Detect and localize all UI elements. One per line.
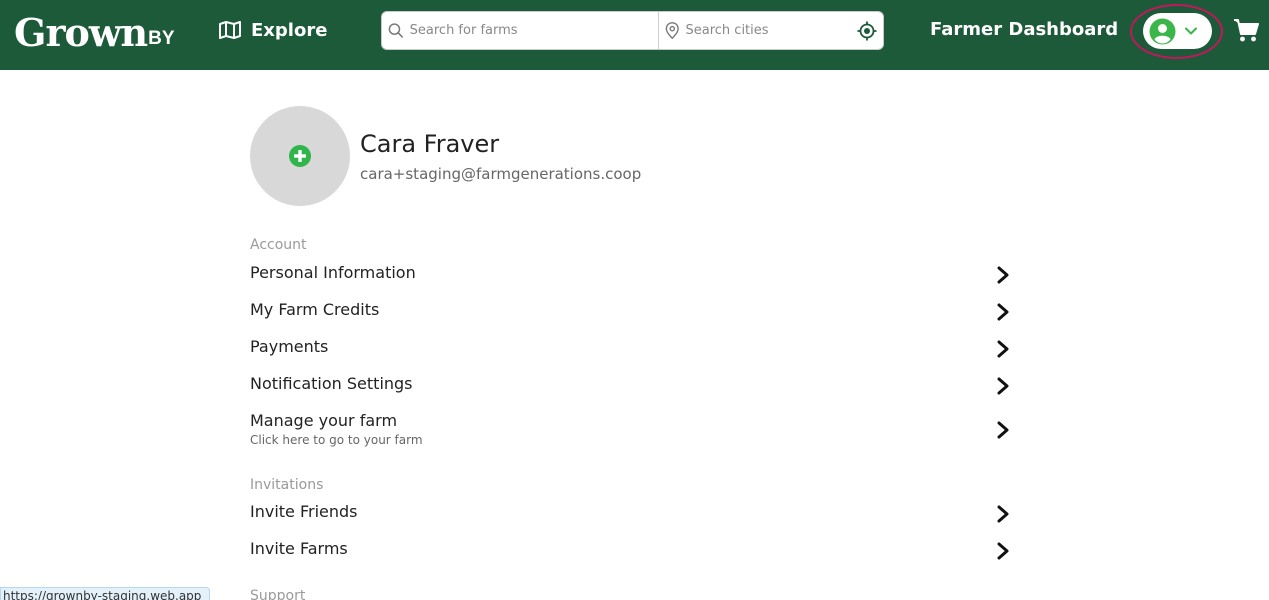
menu-item-label: Notification Settings: [250, 374, 413, 393]
explore-link[interactable]: Explore: [219, 19, 327, 41]
chevron-right-icon: [997, 303, 1009, 321]
crosshair-icon[interactable]: [857, 21, 877, 41]
location-pin-icon: [665, 22, 679, 40]
section-title-account: Account: [250, 237, 307, 253]
menu-item-subtitle: Click here to go to your farm: [250, 433, 423, 447]
farm-search-input[interactable]: [409, 23, 658, 38]
menu-item-label: Manage your farm: [250, 411, 398, 430]
chevron-right-icon: [997, 505, 1009, 523]
search-bar: [381, 11, 884, 50]
chevron-right-icon: [997, 377, 1009, 395]
profile-email: cara+staging@farmgenerations.coop: [360, 165, 642, 183]
chevron-right-icon: [997, 421, 1009, 439]
cart-icon[interactable]: [1233, 17, 1259, 43]
top-navbar: Grown BY Explore Search for farms Search…: [0, 0, 1269, 70]
search-icon: [388, 23, 403, 38]
menu-item-notification-settings[interactable]: Notification Settings: [250, 370, 1015, 400]
menu-item-my-farm-credits[interactable]: My Farm Credits: [250, 296, 1015, 326]
account-menu-button[interactable]: [1143, 13, 1212, 49]
menu-item-invite-friends[interactable]: Invite Friends: [250, 498, 1015, 528]
farmer-dashboard-link[interactable]: Farmer Dashboard: [930, 19, 1118, 40]
plus-circle-icon: [289, 145, 311, 167]
menu-item-label: Personal Information: [250, 263, 416, 282]
chevron-right-icon: [997, 542, 1009, 560]
logo-text: Grown: [14, 10, 148, 55]
explore-label: Explore: [251, 19, 328, 41]
profile-name: Cara Fraver: [360, 130, 500, 158]
menu-item-label: My Farm Credits: [250, 300, 380, 319]
user-avatar-icon: [1149, 18, 1176, 44]
logo-by-text: BY: [148, 28, 175, 49]
farm-search-segment: [382, 12, 659, 49]
status-bar-url: https://grownby-staging.web.app: [0, 587, 211, 600]
city-search-segment: [659, 12, 883, 49]
menu-item-personal-information[interactable]: Personal Information: [250, 259, 1015, 289]
chevron-right-icon: [997, 266, 1009, 284]
chevron-down-icon: [1185, 27, 1197, 35]
menu-item-payments[interactable]: Payments: [250, 333, 1015, 363]
chevron-right-icon: [997, 340, 1009, 358]
menu-item-label: Payments: [250, 337, 329, 356]
menu-item-manage-your-farm[interactable]: Manage your farm Click here to go to you…: [250, 407, 1015, 451]
menu-item-label: Invite Friends: [250, 502, 358, 521]
section-title-invitations: Invitations: [250, 477, 324, 493]
menu-item-invite-farms[interactable]: Invite Farms: [250, 535, 1015, 565]
profile-photo-upload[interactable]: [250, 106, 350, 206]
section-title-support: Support: [250, 588, 306, 600]
grownby-logo[interactable]: Grown BY: [14, 6, 175, 56]
city-search-input[interactable]: [685, 23, 883, 38]
map-icon: [219, 21, 241, 39]
menu-item-label: Invite Farms: [250, 539, 348, 558]
